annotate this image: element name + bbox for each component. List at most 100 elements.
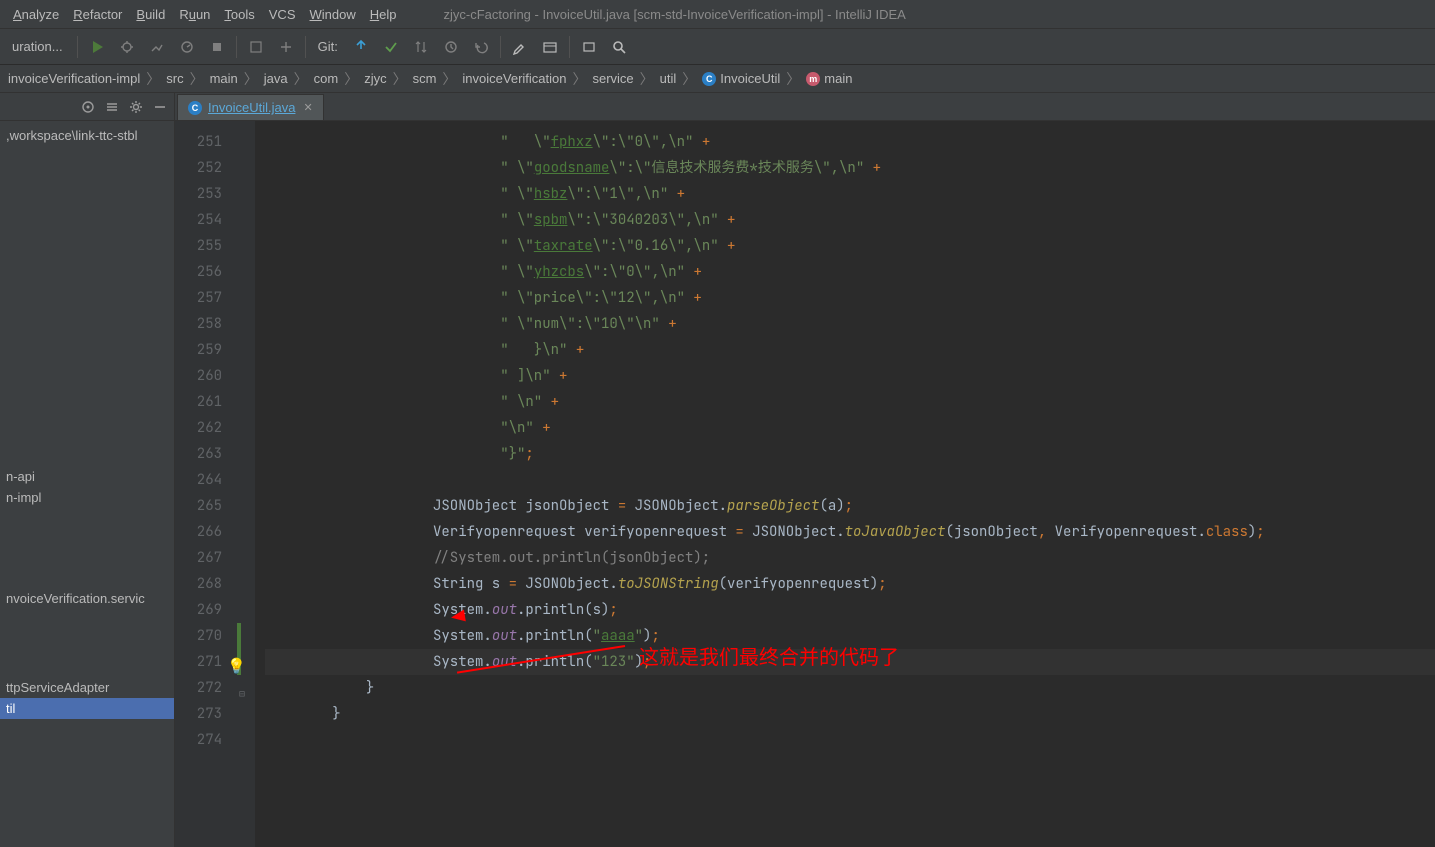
code-editor[interactable]: 2512522532542552562572582592602612622632… — [175, 121, 1435, 847]
java-class-icon: C — [188, 101, 202, 115]
crumb[interactable]: service — [590, 71, 635, 86]
search-everywhere-button[interactable] — [606, 34, 632, 60]
code-line[interactable]: " \"taxrate\":\"0.16\",\n" + — [265, 233, 1435, 259]
git-revert-button[interactable] — [468, 34, 494, 60]
intention-bulb-icon[interactable]: 💡 — [227, 653, 246, 679]
crumb[interactable]: util — [658, 71, 679, 86]
main-toolbar: uration... Git: — [0, 29, 1435, 65]
settings-button[interactable] — [507, 34, 533, 60]
git-update-button[interactable] — [348, 34, 374, 60]
git-compare-button[interactable] — [408, 34, 434, 60]
crumb[interactable]: java — [262, 71, 290, 86]
menu-help[interactable]: Help — [363, 7, 404, 22]
code-line[interactable]: } — [265, 675, 1435, 701]
crumb[interactable]: com — [312, 71, 341, 86]
main-menu: Analyze Refactor Build Ruun Tools VCS Wi… — [0, 0, 1435, 29]
menu-build[interactable]: Build — [129, 7, 172, 22]
crumb[interactable]: invoiceVerification-impl — [6, 71, 142, 86]
code-line[interactable]: " }\n" + — [265, 337, 1435, 363]
toolbar-btn-1[interactable] — [243, 34, 269, 60]
tree-item[interactable]: ttpServiceAdapter — [0, 677, 174, 698]
git-commit-button[interactable] — [378, 34, 404, 60]
code-line[interactable]: " \"hsbz\":\"1\",\n" + — [265, 181, 1435, 207]
menu-window[interactable]: Window — [303, 7, 363, 22]
editor-area: C InvoiceUtil.java ✕ 2512522532542552562… — [175, 93, 1435, 847]
line-number: 265 — [175, 493, 222, 519]
line-number: 257 — [175, 285, 222, 311]
project-tree[interactable]: ,workspace\link-ttc-stbl n-api n-impl nv… — [0, 121, 174, 847]
line-number: 253 — [175, 181, 222, 207]
menu-vcs[interactable]: VCS — [262, 7, 303, 22]
line-number: 258 — [175, 311, 222, 337]
crumb[interactable]: scm — [411, 71, 439, 86]
menu-run[interactable]: Ruun — [172, 7, 217, 22]
crumb[interactable]: main — [208, 71, 240, 86]
code-line[interactable]: " \n" + — [265, 389, 1435, 415]
line-number: 274 — [175, 727, 222, 753]
code-line[interactable]: "\n" + — [265, 415, 1435, 441]
tree-item[interactable]: n-api — [0, 466, 174, 487]
code-line[interactable]: //System.out.println(jsonObject); — [265, 545, 1435, 571]
toolbar-btn-3[interactable] — [576, 34, 602, 60]
class-icon: C — [702, 72, 716, 86]
breadcrumb-nav: invoiceVerification-impl〉 src〉 main〉 jav… — [0, 65, 1435, 93]
code-line[interactable]: String s = JSONObject.toJSONString(verif… — [265, 571, 1435, 597]
code-content[interactable]: " \"fphxz\":\"0\",\n" + " \"goodsname\":… — [255, 121, 1435, 847]
menu-analyze[interactable]: Analyze — [6, 7, 66, 22]
stop-button[interactable] — [204, 34, 230, 60]
tree-item-selected[interactable]: til — [0, 698, 174, 719]
code-line[interactable] — [265, 467, 1435, 493]
crumb[interactable]: src — [164, 71, 185, 86]
code-line[interactable]: Verifyopenrequest verifyopenrequest = JS… — [265, 519, 1435, 545]
line-number: 251 — [175, 129, 222, 155]
gear-icon[interactable] — [126, 97, 146, 117]
code-line[interactable]: " \"price\":\"12\",\n" + — [265, 285, 1435, 311]
code-line[interactable]: " ]\n" + — [265, 363, 1435, 389]
sidebar-toolbar — [0, 93, 174, 121]
run-config-selector[interactable]: uration... — [4, 39, 71, 54]
minimize-icon[interactable] — [150, 97, 170, 117]
git-history-button[interactable] — [438, 34, 464, 60]
code-line[interactable]: "}"; — [265, 441, 1435, 467]
line-number: 264 — [175, 467, 222, 493]
line-number: 256 — [175, 259, 222, 285]
line-number: 271 — [175, 649, 222, 675]
crumb-method[interactable]: mmain — [804, 71, 854, 87]
tree-item-path[interactable]: ,workspace\link-ttc-stbl — [0, 125, 174, 146]
code-line[interactable]: " \"fphxz\":\"0\",\n" + — [265, 129, 1435, 155]
run-button[interactable] — [84, 34, 110, 60]
code-line[interactable] — [265, 727, 1435, 753]
crumb[interactable]: invoiceVerification — [460, 71, 568, 86]
line-number: 272 — [175, 675, 222, 701]
code-line[interactable]: " \"spbm\":\"3040203\",\n" + — [265, 207, 1435, 233]
collapse-icon[interactable] — [102, 97, 122, 117]
crumb[interactable]: zjyc — [362, 71, 388, 86]
annotation-overlay: 这就是我们最终合并的代码了 — [445, 643, 899, 673]
window-title: zjyc-cFactoring - InvoiceUtil.java [scm-… — [404, 7, 1430, 22]
code-line[interactable]: " \"num\":\"10\"\n" + — [265, 311, 1435, 337]
fold-icon[interactable]: ⊟ — [239, 681, 245, 707]
crumb-class[interactable]: CInvoiceUtil — [700, 71, 782, 87]
code-line[interactable]: System.out.println(s); — [265, 597, 1435, 623]
coverage-button[interactable] — [144, 34, 170, 60]
tree-item[interactable]: nvoiceVerification.servic — [0, 588, 174, 609]
editor-tab[interactable]: C InvoiceUtil.java ✕ — [177, 94, 324, 120]
menu-refactor[interactable]: Refactor — [66, 7, 129, 22]
code-line[interactable]: } — [265, 701, 1435, 727]
menu-tools[interactable]: Tools — [217, 7, 261, 22]
debug-button[interactable] — [114, 34, 140, 60]
profile-button[interactable] — [174, 34, 200, 60]
method-icon: m — [806, 72, 820, 86]
tree-item[interactable]: n-impl — [0, 487, 174, 508]
code-line[interactable]: JSONObject jsonObject = JSONObject.parse… — [265, 493, 1435, 519]
separator — [77, 36, 78, 58]
locate-icon[interactable] — [78, 97, 98, 117]
tab-label: InvoiceUtil.java — [208, 100, 295, 115]
project-structure-button[interactable] — [537, 34, 563, 60]
close-icon[interactable]: ✕ — [303, 101, 312, 114]
code-line[interactable]: " \"yhzcbs\":\"0\",\n" + — [265, 259, 1435, 285]
code-line[interactable]: " \"goodsname\":\"信息技术服务费*技术服务\",\n" + — [265, 155, 1435, 181]
line-number: 252 — [175, 155, 222, 181]
vcs-change-stripe[interactable] — [237, 623, 241, 649]
toolbar-btn-2[interactable] — [273, 34, 299, 60]
